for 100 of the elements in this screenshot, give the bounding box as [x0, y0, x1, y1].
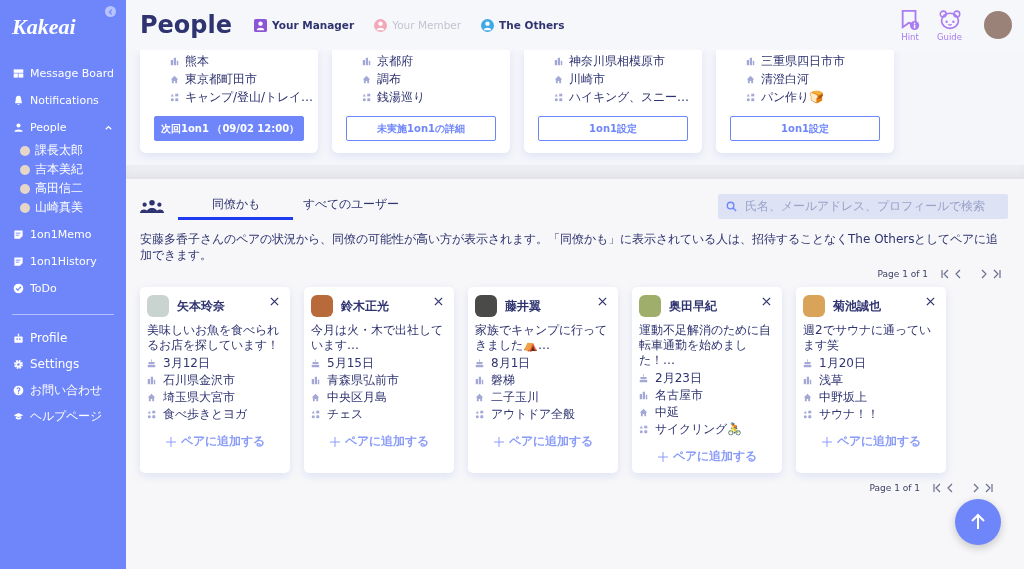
one-on-one-button[interactable]: 次回1on1 （09/02 12:00） — [154, 116, 304, 141]
building-icon — [475, 376, 484, 385]
profile-detail: 青森県弘前市 — [327, 372, 399, 389]
nav-item[interactable]: People — [0, 114, 126, 141]
building-icon — [362, 56, 371, 66]
profile-detail: 2月23日 — [655, 370, 702, 387]
sidebar-person-item[interactable]: 吉本美紀 — [20, 160, 126, 179]
photo-placeholder — [311, 295, 333, 317]
building-icon — [746, 56, 755, 66]
chevron-left-icon — [106, 7, 115, 16]
profile-detail: アウトドア全般 — [491, 406, 575, 423]
sidebar-person-item[interactable]: 高田信二 — [20, 179, 126, 198]
close-icon[interactable] — [762, 297, 771, 306]
add-pair-button[interactable]: ペアに追加する — [653, 446, 761, 467]
building-icon — [311, 376, 320, 385]
tab[interactable]: 同僚かも — [178, 192, 293, 220]
grid-icon — [803, 410, 812, 419]
profile-detail: 京都府 — [377, 52, 413, 70]
home-icon — [147, 393, 156, 402]
close-icon[interactable] — [598, 297, 607, 306]
photo-placeholder — [803, 295, 825, 317]
profile-detail: 1月20日 — [819, 355, 866, 372]
profile-detail: キャンプ/登山/トレイ… — [185, 88, 314, 106]
photo-placeholder — [147, 295, 169, 317]
note-icon — [13, 229, 24, 240]
profile-detail: 3月12日 — [163, 355, 210, 372]
add-pair-button[interactable]: ペアに追加する — [817, 431, 925, 452]
close-icon[interactable] — [926, 297, 935, 306]
nav-item[interactable]: 1on1History — [0, 248, 126, 275]
one-on-one-button[interactable]: 未実施1on1の詳細 — [346, 116, 496, 141]
profile-detail: 中延 — [655, 404, 679, 421]
person-name: 藤井翼 — [505, 297, 541, 315]
nav-item[interactable]: Profile — [0, 325, 126, 351]
group-icon — [140, 198, 164, 214]
profile-detail: 神奈川県相模原市 — [569, 52, 665, 70]
one-on-one-button[interactable]: 1on1設定 — [538, 116, 688, 141]
profile-detail: 名古屋市 — [655, 387, 703, 404]
building-icon — [170, 56, 179, 66]
toolbar-button[interactable]: Hint — [899, 8, 922, 42]
toolbar-button[interactable]: Guide — [937, 8, 962, 42]
photo-placeholder — [475, 295, 497, 317]
help-icon — [13, 384, 24, 396]
pagination-arrows-icon[interactable] — [938, 269, 1004, 279]
profile-detail: パン作り🍞 — [761, 88, 824, 106]
avatar — [20, 164, 30, 175]
profile-detail: 東京都町田市 — [185, 70, 257, 88]
logo[interactable]: Kakeai — [0, 14, 126, 40]
graduation-cap-icon — [13, 410, 24, 422]
one-on-one-button[interactable]: 1on1設定 — [730, 116, 880, 141]
grid-icon — [639, 425, 648, 434]
status-message: 美味しいお魚を食べられるお店を探しています！ — [147, 323, 280, 353]
filter-toggle[interactable]: Your Manager — [254, 18, 355, 32]
nav-item[interactable]: ToDo — [0, 275, 126, 302]
home-icon — [475, 393, 484, 402]
profile-detail: サイクリング🚴 — [655, 421, 742, 438]
profile-detail: 浅草 — [819, 372, 843, 389]
profile-detail: 調布 — [377, 70, 401, 88]
profile-detail: 銭湯巡り — [377, 88, 425, 106]
person-name: 鈴木正光 — [341, 297, 389, 315]
sidebar-person-item[interactable]: 課長太郎 — [20, 141, 126, 160]
close-icon[interactable] — [434, 297, 443, 306]
nav-item[interactable]: ヘルプページ — [0, 403, 126, 429]
nav-item[interactable]: Message Board — [0, 60, 126, 87]
person-name: 矢本玲奈 — [177, 297, 225, 315]
plus-icon — [493, 436, 504, 447]
plus-icon — [657, 451, 668, 462]
add-pair-button[interactable]: ペアに追加する — [325, 431, 433, 452]
description-text: 安藤多香子さんのペアの状況から、同僚の可能性が高い方が表示されます。「同僚かも」に表示されている人は、招待することなくThe Othersとしてペアに追加できます。 — [140, 231, 1000, 263]
grid-icon — [475, 410, 484, 419]
person-name: 奥田早紀 — [669, 297, 717, 315]
add-pair-button[interactable]: ペアに追加する — [161, 431, 269, 452]
profile-detail: ハイキング、スニー… — [569, 88, 689, 106]
building-icon — [639, 391, 648, 400]
building-icon — [803, 376, 812, 385]
chevron-icon[interactable] — [104, 123, 113, 132]
page-title: People — [140, 11, 233, 39]
profile-detail: チェス — [327, 406, 363, 423]
profile-detail: 中央区月島 — [327, 389, 387, 406]
cake-icon — [475, 359, 484, 368]
profile-detail: 磐梯 — [491, 372, 515, 389]
tab[interactable]: すべてのユーザー — [293, 192, 408, 220]
nav-item[interactable]: Notifications — [0, 87, 126, 114]
avatar — [20, 183, 30, 194]
bell-icon — [13, 95, 24, 106]
nav-item[interactable]: お問い合わせ — [0, 377, 126, 403]
bookmark-info-icon — [899, 8, 922, 31]
mascot-icon — [938, 8, 961, 31]
filter-toggle[interactable]: The Others — [481, 18, 565, 32]
cake-icon — [803, 359, 812, 368]
close-icon[interactable] — [270, 297, 279, 306]
status-message: 週2でサウナに通っています笑 — [803, 323, 932, 353]
user-avatar[interactable] — [984, 11, 1012, 39]
nav-item[interactable]: Settings — [0, 351, 126, 377]
add-pair-button[interactable]: ペアに追加する — [489, 431, 597, 452]
pagination-arrows-icon[interactable] — [930, 483, 996, 493]
home-icon — [554, 74, 563, 84]
page-indicator: Page 1 of 1 — [877, 269, 928, 279]
search-icon — [726, 200, 737, 212]
nav-item[interactable]: 1on1Memo — [0, 221, 126, 248]
sidebar-person-item[interactable]: 山崎真美 — [20, 198, 126, 217]
